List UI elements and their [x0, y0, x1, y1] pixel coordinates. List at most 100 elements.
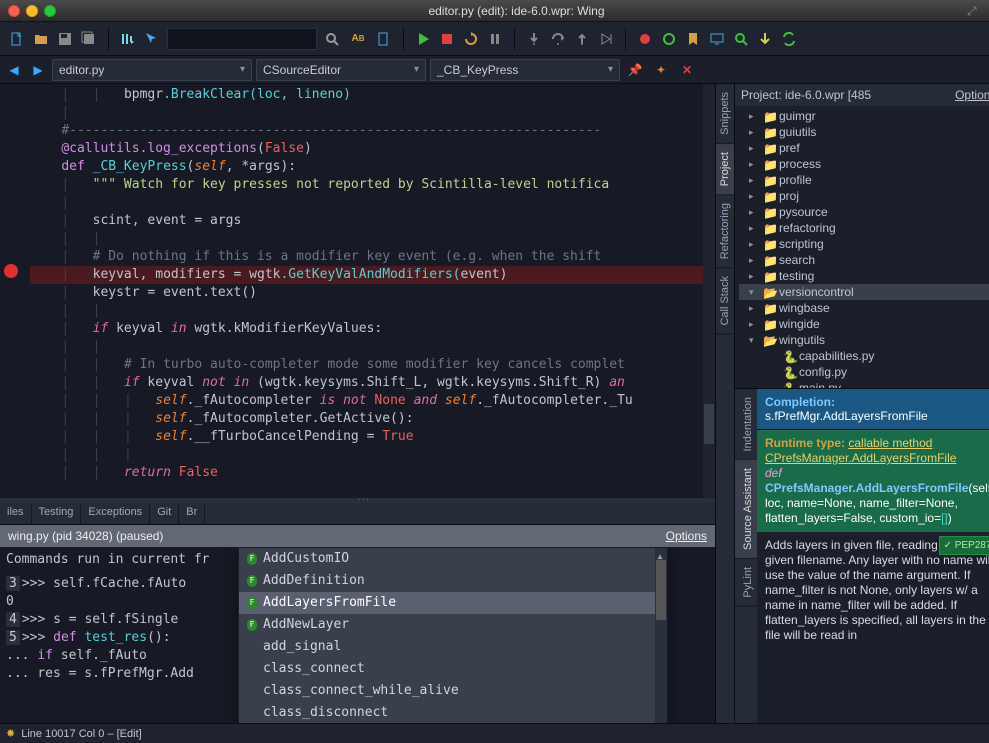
disclosure-icon[interactable]: ▸: [749, 191, 759, 202]
vertical-tab[interactable]: PyLint: [735, 559, 757, 607]
sync-down-button[interactable]: [754, 28, 776, 50]
horizontal-splitter[interactable]: [0, 498, 715, 503]
tree-item[interactable]: ▸📁wingide: [739, 316, 989, 332]
autocomplete-item[interactable]: FAddLayersFromFile: [239, 592, 667, 614]
bookmark-button[interactable]: [682, 28, 704, 50]
editor-gutter[interactable]: [0, 84, 30, 498]
class-selector[interactable]: CSourceEditor: [256, 59, 426, 81]
tree-item[interactable]: 🐍main.py: [739, 380, 989, 388]
indent-button[interactable]: [373, 28, 395, 50]
debug-console[interactable]: Commands run in current fr 3>>> self.fCa…: [0, 547, 715, 723]
disclosure-icon[interactable]: ▸: [749, 255, 759, 266]
fullscreen-icon[interactable]: ⤢: [967, 4, 981, 18]
method-selector[interactable]: _CB_KeyPress: [430, 59, 620, 81]
new-file-button[interactable]: [6, 28, 28, 50]
monitor-button[interactable]: [706, 28, 728, 50]
disclosure-icon[interactable]: ▾: [749, 287, 759, 298]
autocomplete-item[interactable]: FAddDefinition: [239, 570, 667, 592]
debug-options-link[interactable]: Options: [666, 529, 707, 543]
project-tree[interactable]: ▸📁guimgr▸📁guiutils▸📁pref▸📁process▸📁profi…: [735, 106, 989, 388]
tree-item[interactable]: ▸📁pref: [739, 140, 989, 156]
vertical-tab[interactable]: Project: [716, 144, 734, 195]
autocomplete-popup[interactable]: ▴▾FAddCustomIOFAddDefinitionFAddLayersFr…: [238, 547, 668, 723]
step-out-button[interactable]: [571, 28, 593, 50]
bottom-tab[interactable]: Exceptions: [81, 503, 150, 524]
runtime-class-link[interactable]: CPrefsManager.AddLayersFromFile: [765, 451, 956, 465]
disclosure-icon[interactable]: ▸: [749, 143, 759, 154]
close-tab-button[interactable]: ✕: [676, 59, 698, 81]
autocomplete-item[interactable]: class_connect: [239, 658, 667, 680]
breakpoint-marker[interactable]: [4, 264, 18, 278]
breakpoint-disable-button[interactable]: [658, 28, 680, 50]
open-file-button[interactable]: [30, 28, 52, 50]
tree-item[interactable]: ▾📂wingutils: [739, 332, 989, 348]
autocomplete-item[interactable]: class_connect_while_alive: [239, 680, 667, 702]
find-in-files-button[interactable]: [730, 28, 752, 50]
tree-item[interactable]: ▾📂versioncontrol: [739, 284, 989, 300]
run-to-cursor-button[interactable]: [595, 28, 617, 50]
autocomplete-scrollbar[interactable]: ▴▾: [655, 548, 667, 723]
disclosure-icon[interactable]: ▸: [749, 207, 759, 218]
debug-stop-button[interactable]: [436, 28, 458, 50]
breakpoint-button[interactable]: [634, 28, 656, 50]
tree-item[interactable]: 🐍capabilities.py: [739, 348, 989, 364]
tree-item[interactable]: ▸📁guimgr: [739, 108, 989, 124]
code-editor[interactable]: | | bpmgr.BreakClear(loc, lineno) | #---…: [0, 84, 715, 498]
disclosure-icon[interactable]: ▸: [749, 239, 759, 250]
autocomplete-item[interactable]: class_disconnect: [239, 702, 667, 723]
disclosure-icon[interactable]: ▸: [749, 127, 759, 138]
sync-button[interactable]: [778, 28, 800, 50]
disclosure-icon[interactable]: ▸: [749, 223, 759, 234]
nav-back-button[interactable]: ◀: [4, 60, 24, 80]
search-input[interactable]: [167, 28, 317, 50]
save-button[interactable]: [54, 28, 76, 50]
bottom-tab[interactable]: Testing: [32, 503, 82, 524]
disclosure-icon[interactable]: ▸: [749, 319, 759, 330]
project-options-link[interactable]: Options: [955, 88, 989, 102]
disclosure-icon[interactable]: ▸: [749, 271, 759, 282]
unpin-button[interactable]: ✦: [650, 59, 672, 81]
disclosure-icon[interactable]: ▸: [749, 175, 759, 186]
replace-button[interactable]: AB: [347, 28, 369, 50]
tree-item[interactable]: ▸📁wingbase: [739, 300, 989, 316]
runtime-type-link[interactable]: callable method: [848, 436, 932, 450]
window-minimize-button[interactable]: [26, 5, 38, 17]
autocomplete-item[interactable]: add_signal: [239, 636, 667, 658]
step-over-button[interactable]: [547, 28, 569, 50]
save-all-button[interactable]: [78, 28, 100, 50]
tree-item[interactable]: ▸📁profile: [739, 172, 989, 188]
autocomplete-item[interactable]: FAddNewLayer: [239, 614, 667, 636]
tree-item[interactable]: ▸📁testing: [739, 268, 989, 284]
vertical-tab[interactable]: Indentation: [735, 389, 757, 460]
tree-item[interactable]: ▸📁pysource: [739, 204, 989, 220]
tree-item[interactable]: ▸📁refactoring: [739, 220, 989, 236]
bottom-tab[interactable]: iles: [0, 503, 32, 524]
goto-button[interactable]: [117, 28, 139, 50]
autocomplete-item[interactable]: FAddCustomIO: [239, 548, 667, 570]
search-icon[interactable]: [321, 28, 343, 50]
bottom-tab[interactable]: Git: [150, 503, 179, 524]
tree-item[interactable]: ▸📁proj: [739, 188, 989, 204]
debug-pause-button[interactable]: [484, 28, 506, 50]
tree-item[interactable]: ▸📁guiutils: [739, 124, 989, 140]
nav-forward-button[interactable]: ▶: [28, 60, 48, 80]
vertical-tab[interactable]: Call Stack: [716, 268, 734, 335]
step-into-button[interactable]: [523, 28, 545, 50]
debug-run-button[interactable]: [412, 28, 434, 50]
tree-item[interactable]: 🐍config.py: [739, 364, 989, 380]
pick-button[interactable]: [141, 28, 163, 50]
window-zoom-button[interactable]: [44, 5, 56, 17]
disclosure-icon[interactable]: ▸: [749, 111, 759, 122]
vertical-tab[interactable]: Refactoring: [716, 195, 734, 268]
disclosure-icon[interactable]: ▸: [749, 303, 759, 314]
tree-item[interactable]: ▸📁search: [739, 252, 989, 268]
window-close-button[interactable]: [8, 5, 20, 17]
tree-item[interactable]: ▸📁scripting: [739, 236, 989, 252]
vertical-tab[interactable]: Source Assistant: [735, 460, 757, 559]
editor-scrollbar[interactable]: [703, 84, 715, 498]
bottom-tab[interactable]: Br: [179, 503, 205, 524]
pin-tab-button[interactable]: 📌: [624, 59, 646, 81]
vertical-tab[interactable]: Snippets: [716, 84, 734, 144]
disclosure-icon[interactable]: ▾: [749, 335, 759, 346]
disclosure-icon[interactable]: ▸: [749, 159, 759, 170]
